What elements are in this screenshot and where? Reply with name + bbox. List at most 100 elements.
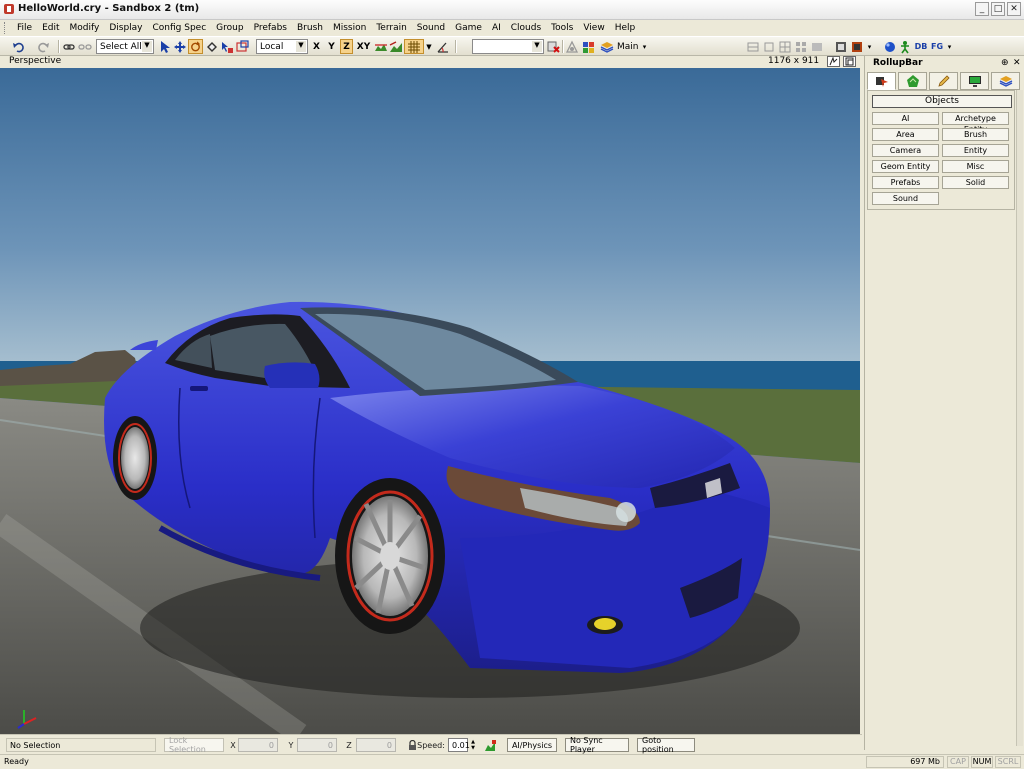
object-brush-button[interactable]: Brush — [942, 128, 1009, 141]
view-layout-button[interactable] — [778, 39, 792, 54]
viewport-maximize-button[interactable] — [843, 56, 856, 67]
axis-x-button[interactable]: X — [310, 39, 323, 54]
viewport-name[interactable]: Perspective — [9, 56, 61, 66]
object-entity-button[interactable]: Entity — [942, 144, 1009, 157]
terrain-follow-button[interactable] — [374, 39, 388, 54]
view-frame-button[interactable] — [762, 39, 776, 54]
view-single-button[interactable] — [810, 39, 824, 54]
angle-snap-button[interactable] — [436, 39, 450, 54]
redo-button[interactable] — [32, 39, 54, 54]
tab-objects[interactable] — [867, 72, 896, 90]
object-search-dropdown[interactable]: ▼ — [472, 39, 544, 54]
reference-coordinate-dropdown[interactable]: Local ▼ — [256, 39, 308, 54]
character-button[interactable] — [898, 39, 912, 54]
perspective-viewport[interactable] — [0, 68, 860, 734]
goto-position-button[interactable]: Goto position — [637, 736, 695, 754]
menu-group[interactable]: Group — [211, 20, 248, 36]
object-area-button[interactable]: Area — [872, 128, 939, 141]
menu-terrain[interactable]: Terrain — [371, 20, 411, 36]
menu-view[interactable]: View — [578, 20, 609, 36]
menu-clouds[interactable]: Clouds — [506, 20, 546, 36]
move-tool-button[interactable] — [173, 39, 187, 54]
z-coordinate-field[interactable]: 0 — [356, 738, 396, 752]
object-sound-button[interactable]: Sound — [872, 192, 939, 205]
tab-layers[interactable] — [991, 72, 1020, 90]
pin-icon[interactable]: ⊕ — [1001, 58, 1009, 68]
menu-modify[interactable]: Modify — [65, 20, 105, 36]
grid-options-dropdown[interactable]: ▼ — [425, 39, 433, 54]
film-button[interactable] — [850, 39, 864, 54]
link-button[interactable] — [62, 39, 76, 54]
menu-config-spec[interactable]: Config Spec — [148, 20, 212, 36]
layer-manager-button[interactable] — [581, 39, 597, 54]
viewport-camera-button[interactable] — [827, 56, 840, 67]
lock-icon[interactable] — [407, 738, 417, 752]
physics-button[interactable] — [565, 39, 579, 54]
axis-xy-button[interactable]: XY — [355, 39, 372, 54]
snap-objects-button[interactable] — [389, 39, 403, 54]
toolbar-overflow-chevron[interactable]: ▾ — [641, 39, 648, 54]
view-tiles-button[interactable] — [794, 39, 808, 54]
undo-button[interactable] — [8, 39, 30, 54]
speed-spinner[interactable]: ▲ ▼ — [469, 738, 477, 752]
sphere-button[interactable] — [883, 39, 897, 54]
menu-edit[interactable]: Edit — [37, 20, 64, 36]
rollup-scrollbar[interactable] — [1016, 90, 1023, 746]
axis-z-button[interactable]: Z — [340, 39, 353, 54]
tab-display[interactable] — [960, 72, 989, 90]
object-ai-button[interactable]: AI — [872, 112, 939, 125]
menu-prefabs[interactable]: Prefabs — [249, 20, 292, 36]
menubar-grip[interactable] — [4, 22, 7, 34]
tab-terrain[interactable] — [898, 72, 927, 90]
x-coordinate-field[interactable]: 0 — [238, 738, 278, 752]
menu-ai[interactable]: AI — [487, 20, 506, 36]
fg-button[interactable]: FG — [930, 39, 944, 54]
grid-snap-button[interactable] — [404, 39, 424, 54]
toolbar3-overflow-chevron[interactable]: ▾ — [946, 39, 953, 54]
main-toolbar: Select All ▼ Local ▼ X Y Z XY ▼ ▼ Main ▾… — [0, 36, 1024, 56]
num-lock-indicator: NUM — [971, 756, 993, 768]
menu-file[interactable]: File — [12, 20, 37, 36]
no-sync-player-button[interactable]: No Sync Player — [565, 736, 629, 754]
menu-tools[interactable]: Tools — [546, 20, 578, 36]
speed-field[interactable]: 0.01 — [448, 738, 470, 752]
menu-brush[interactable]: Brush — [292, 20, 328, 36]
object-misc-button[interactable]: Misc — [942, 160, 1009, 173]
object-solid-button[interactable]: Solid — [942, 176, 1009, 189]
tab-modeling[interactable] — [929, 72, 958, 90]
object-camera-button[interactable]: Camera — [872, 144, 939, 157]
toolbar2-overflow-chevron[interactable]: ▾ — [866, 39, 873, 54]
objects-header[interactable]: Objects — [872, 95, 1012, 108]
fullscreen-button[interactable] — [834, 39, 848, 54]
select-terrain-button[interactable] — [220, 39, 234, 54]
cursor-arrow-icon — [161, 40, 170, 53]
close-button[interactable]: ✕ — [1007, 2, 1021, 16]
select-tool-button[interactable] — [158, 39, 172, 54]
current-layer-button[interactable]: Main — [600, 39, 640, 54]
terrain-toggle-button[interactable] — [483, 738, 497, 752]
object-geom-entity-button[interactable]: Geom Entity — [872, 160, 939, 173]
rollup-close-button[interactable]: ✕ — [1013, 58, 1021, 68]
menu-game[interactable]: Game — [450, 20, 487, 36]
object-archetype-entity-button[interactable]: Archetype Entity — [942, 112, 1009, 134]
object-prefabs-button[interactable]: Prefabs — [872, 176, 939, 189]
view-grid-button[interactable] — [746, 39, 760, 54]
selection-filter-dropdown[interactable]: Select All ▼ — [96, 39, 154, 54]
snap-grid-button[interactable] — [235, 39, 249, 54]
scale-tool-button[interactable] — [205, 39, 219, 54]
menu-sound[interactable]: Sound — [412, 20, 450, 36]
menu-display[interactable]: Display — [104, 20, 147, 36]
db-button[interactable]: DB — [914, 39, 928, 54]
viewport-resolution: 1176 x 911 — [768, 56, 820, 66]
axis-y-button[interactable]: Y — [325, 39, 338, 54]
menu-mission[interactable]: Mission — [328, 20, 371, 36]
lock-selection-button[interactable]: Lock Selection — [164, 736, 224, 754]
unlink-button[interactable] — [78, 39, 92, 54]
ai-physics-button[interactable]: AI/Physics — [507, 738, 557, 752]
rotate-tool-button[interactable] — [188, 39, 203, 54]
menu-help[interactable]: Help — [610, 20, 641, 36]
y-coordinate-field[interactable]: 0 — [297, 738, 337, 752]
delete-object-button[interactable] — [546, 39, 560, 54]
maximize-button[interactable]: □ — [991, 2, 1005, 16]
minimize-button[interactable]: _ — [975, 2, 989, 16]
